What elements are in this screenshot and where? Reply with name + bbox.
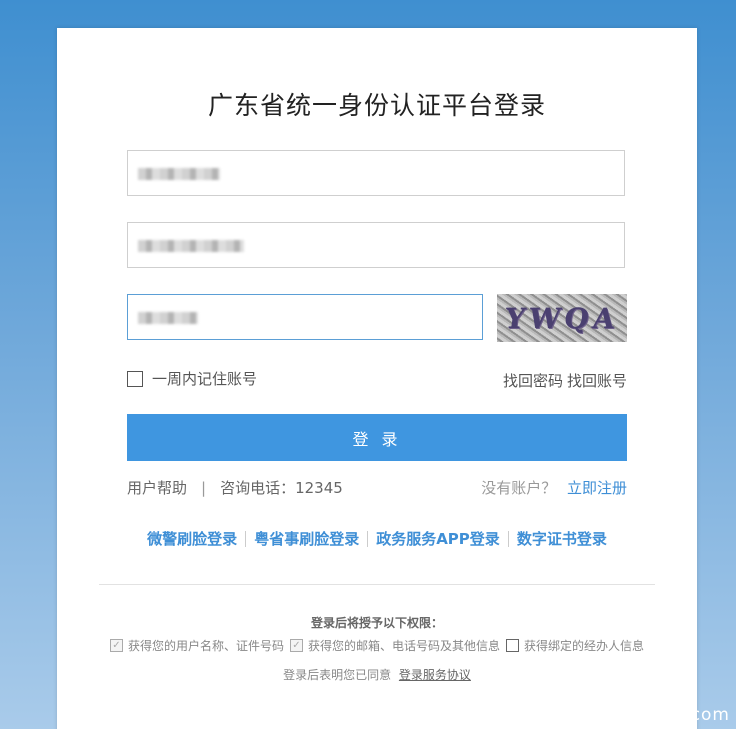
- permission-label: 获得您的邮箱、电话号码及其他信息: [307, 639, 500, 653]
- digital-cert-login-link[interactable]: 数字证书登录: [517, 528, 607, 549]
- watermark: com: [690, 705, 730, 725]
- forgot-account-link[interactable]: 找回账号: [567, 372, 627, 390]
- login-button[interactable]: 登 录: [127, 414, 627, 461]
- agreement-row: 登录后表明您已同意 登录服务协议: [57, 666, 697, 683]
- register-link[interactable]: 立即注册: [567, 479, 627, 497]
- permission-label: 获得您的用户名称、证件号码: [127, 639, 284, 653]
- divider: [367, 530, 369, 547]
- hotline-text: 咨询电话：12345: [220, 479, 343, 497]
- service-agreement-link[interactable]: 登录服务协议: [399, 668, 471, 682]
- permission-item[interactable]: ✓ 获得绑定的经办人信息: [506, 637, 644, 654]
- police-face-login-link[interactable]: 微警刷脸登录: [147, 528, 237, 549]
- section-divider: [99, 584, 655, 585]
- captcha-text: YWQA: [502, 301, 622, 335]
- user-help-link[interactable]: 用户帮助: [127, 477, 187, 498]
- permission-checkbox-checked: ✓: [109, 639, 123, 652]
- username-field[interactable]: [127, 150, 625, 196]
- remember-me[interactable]: 一周内记住账号: [127, 368, 257, 389]
- permissions-title: 登录后将授予以下权限：: [310, 616, 443, 630]
- alt-login-options: 微警刷脸登录 粤省事刷脸登录 政务服务APP登录 数字证书登录: [57, 528, 697, 549]
- agreement-text: 登录后表明您已同意: [283, 668, 392, 682]
- permission-item: ✓ 获得您的用户名称、证件号码: [109, 637, 284, 654]
- permissions-list: ✓ 获得您的用户名称、证件号码 ✓ 获得您的邮箱、电话号码及其他信息 ✓ 获得绑…: [57, 637, 697, 654]
- page-title: 广东省统一身份认证平台登录: [207, 91, 546, 120]
- permission-label: 获得绑定的经办人信息: [524, 639, 645, 653]
- permission-item: ✓ 获得您的邮箱、电话号码及其他信息: [289, 637, 500, 654]
- register-row: 没有账户？ 立即注册: [481, 477, 627, 498]
- forgot-links: 找回密码 找回账号: [503, 370, 627, 391]
- gov-app-login-link[interactable]: 政务服务APP登录: [376, 528, 500, 549]
- masked-password: [138, 312, 198, 324]
- remember-label: 一周内记住账号: [152, 370, 258, 388]
- password-field[interactable]: [127, 294, 483, 340]
- divider: [507, 530, 509, 547]
- idnumber-field[interactable]: [127, 222, 625, 268]
- permission-checkbox[interactable]: ✓: [506, 639, 519, 652]
- masked-idnumber: [138, 240, 244, 252]
- register-prompt: 没有账户？: [481, 479, 557, 497]
- yueshengshi-face-login-link[interactable]: 粤省事刷脸登录: [254, 528, 359, 549]
- divider: [245, 530, 247, 547]
- captcha-image[interactable]: YWQA: [497, 294, 627, 342]
- remember-checkbox[interactable]: [127, 370, 143, 387]
- help-row: 用户帮助 | 咨询电话：12345: [127, 477, 343, 498]
- forgot-password-link[interactable]: 找回密码: [503, 372, 563, 390]
- permission-checkbox-checked: ✓: [289, 639, 303, 652]
- help-separator: |: [201, 478, 207, 497]
- login-card: 广东省统一身份认证平台登录 YWQA 一周内记住账号 找回密码 找回账号 登 录 …: [57, 28, 697, 729]
- masked-username: [138, 168, 220, 180]
